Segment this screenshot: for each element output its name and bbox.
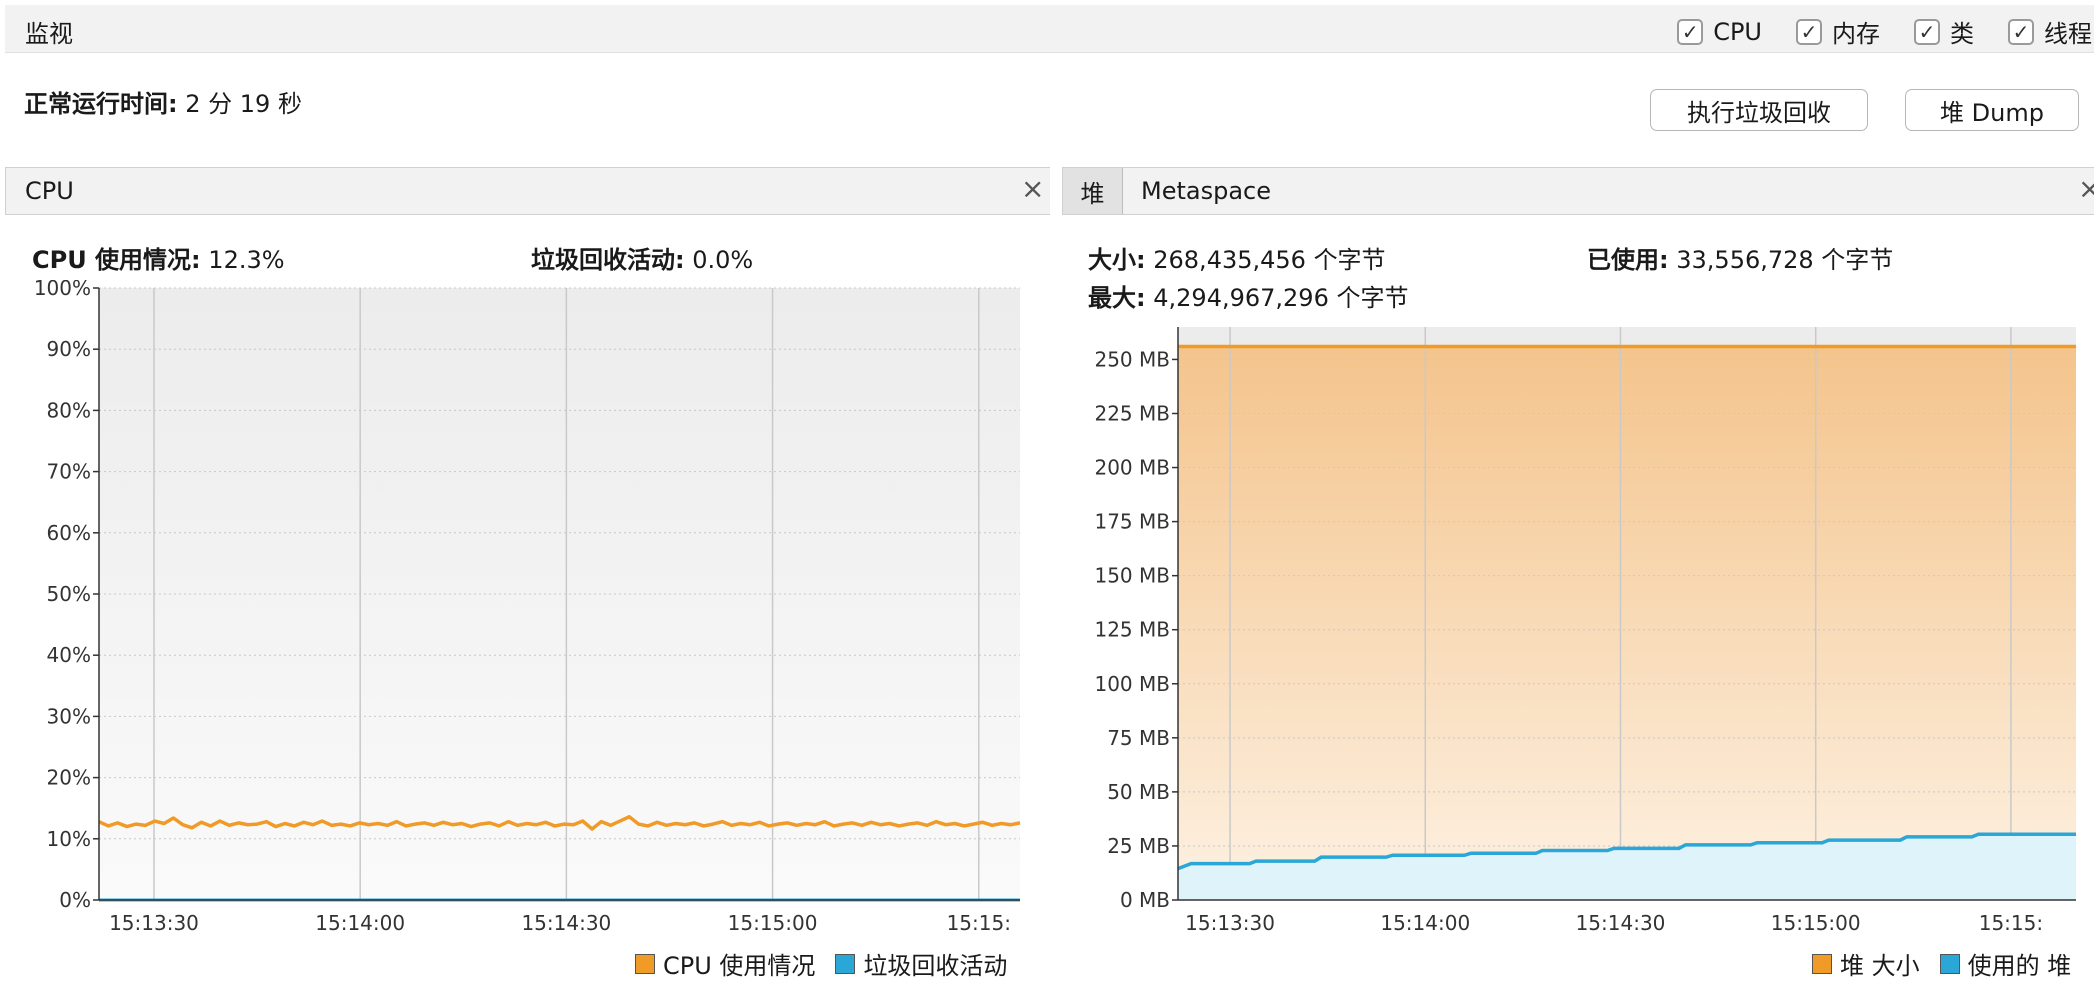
monitor-root: 监视 ✓ CPU ✓ 内存 ✓ 类 ✓ 线程 正常运行时间: 2 分 19 秒 … bbox=[0, 0, 2094, 994]
y-tick-label: 175 MB bbox=[1094, 510, 1170, 534]
memory-checkbox-label: 内存 bbox=[1832, 20, 1880, 48]
heap-size-stat: 大小: 268,435,456 个字节 bbox=[1088, 240, 1386, 275]
y-tick-label: 10% bbox=[47, 827, 91, 851]
heap-dump-button[interactable]: 堆 Dump bbox=[1905, 89, 2079, 131]
uptime-value: 2 分 19 秒 bbox=[185, 90, 302, 118]
checkmark-icon[interactable]: ✓ bbox=[1914, 18, 1940, 45]
checkmark-icon[interactable]: ✓ bbox=[1796, 18, 1822, 45]
heap-size-label: 大小: bbox=[1088, 246, 1146, 274]
y-tick-label: 50 MB bbox=[1107, 780, 1170, 804]
gc-activity-value: 0.0% bbox=[692, 246, 754, 274]
monitor-title: 监视 bbox=[25, 20, 73, 48]
close-icon[interactable]: × bbox=[2078, 175, 2094, 203]
heap-used-label: 已使用: bbox=[1587, 246, 1669, 274]
classes-checkbox-label: 类 bbox=[1950, 20, 1974, 48]
cpu-usage-value: 12.3% bbox=[208, 246, 285, 274]
y-tick-label: 100% bbox=[34, 280, 91, 300]
y-tick-label: 90% bbox=[47, 337, 91, 361]
x-tick-label: 15:13:30 bbox=[109, 911, 199, 935]
heap-used-value: 33,556,728 个字节 bbox=[1676, 246, 1894, 274]
y-tick-label: 125 MB bbox=[1094, 618, 1170, 642]
threads-checkbox[interactable]: ✓ 线程 bbox=[2008, 14, 2092, 49]
y-tick-label: 60% bbox=[47, 521, 91, 545]
y-tick-label: 70% bbox=[47, 460, 91, 484]
uptime-text: 正常运行时间: 2 分 19 秒 bbox=[24, 84, 302, 119]
y-tick-label: 50% bbox=[47, 582, 91, 606]
y-tick-label: 40% bbox=[47, 643, 91, 667]
view-toggle-group: ✓ CPU ✓ 内存 ✓ 类 ✓ 线程 bbox=[1677, 14, 2094, 49]
cpu-panel-title: CPU bbox=[25, 177, 74, 205]
close-icon[interactable]: × bbox=[1021, 175, 1044, 203]
cpu-checkbox-label: CPU bbox=[1713, 17, 1762, 46]
legend-label-gc: 垃圾回收活动 bbox=[863, 952, 1008, 980]
y-tick-label: 100 MB bbox=[1094, 672, 1170, 696]
series-area-heap-size bbox=[1178, 346, 2076, 900]
threads-checkbox-label: 线程 bbox=[2044, 20, 2092, 48]
cpu-usage-label: CPU 使用情况: bbox=[32, 246, 201, 274]
y-tick-label: 150 MB bbox=[1094, 564, 1170, 588]
y-tick-label: 30% bbox=[47, 704, 91, 728]
memory-panel-header: 堆 Metaspace × bbox=[1062, 167, 2094, 215]
tab-metaspace[interactable]: Metaspace bbox=[1141, 177, 1271, 205]
heap-used-stat: 已使用: 33,556,728 个字节 bbox=[1587, 240, 1893, 275]
y-tick-label: 250 MB bbox=[1094, 347, 1170, 371]
uptime-label: 正常运行时间: bbox=[24, 90, 178, 118]
cpu-checkbox[interactable]: ✓ CPU bbox=[1677, 18, 1762, 46]
legend-swatch bbox=[1812, 953, 1832, 974]
cpu-panel-header: CPU × bbox=[5, 167, 1050, 215]
heap-max-stat: 最大: 4,294,967,296 个字节 bbox=[1088, 278, 1408, 313]
gc-activity-label: 垃圾回收活动: bbox=[531, 246, 685, 274]
y-tick-label: 20% bbox=[47, 766, 91, 790]
heap-size-value: 268,435,456 个字节 bbox=[1153, 246, 1386, 274]
legend-swatch bbox=[635, 953, 655, 974]
x-tick-label: 15:14:00 bbox=[315, 911, 405, 935]
x-tick-label: 15:15: bbox=[1979, 911, 2043, 935]
memory-checkbox[interactable]: ✓ 内存 bbox=[1796, 14, 1880, 49]
legend-swatch bbox=[1939, 953, 1960, 974]
y-tick-label: 25 MB bbox=[1107, 834, 1170, 858]
legend-label-cpu: CPU 使用情况 bbox=[663, 952, 816, 980]
cpu-chart: 0% 10% 20% 30% 40% 50% 60% 70% 80% 90% 100% 15:13:3… bbox=[34, 280, 1021, 935]
checkmark-icon[interactable]: ✓ bbox=[2008, 18, 2034, 45]
perform-gc-button[interactable]: 执行垃圾回收 bbox=[1650, 89, 1868, 131]
legend-label-heap-size: 堆 大小 bbox=[1840, 952, 1920, 980]
x-tick-label: 15:15:00 bbox=[728, 911, 818, 935]
x-tick-label: 15:13:30 bbox=[1185, 911, 1275, 935]
monitor-toolbar: 监视 ✓ CPU ✓ 内存 ✓ 类 ✓ 线程 bbox=[5, 5, 2094, 53]
y-tick-label: 80% bbox=[47, 398, 91, 422]
y-tick-label: 200 MB bbox=[1094, 456, 1170, 480]
x-tick-label: 15:15:00 bbox=[1771, 911, 1861, 935]
y-tick-label: 0 MB bbox=[1120, 888, 1170, 912]
y-tick-label: 0% bbox=[59, 888, 91, 912]
x-tick-label: 15:14:30 bbox=[1576, 911, 1666, 935]
heap-chart-legend: 堆 大小 使用的 堆 bbox=[1812, 946, 2071, 981]
heap-chart: 0 MB 25 MB 50 MB 75 MB 100 MB 125 MB 150 MB 175… bbox=[1094, 327, 2076, 935]
cpu-chart-legend: CPU 使用情况 垃圾回收活动 bbox=[635, 946, 1007, 981]
y-tick-label: 225 MB bbox=[1094, 401, 1170, 425]
gc-activity-stat: 垃圾回收活动: 0.0% bbox=[531, 240, 753, 275]
x-tick-label: 15:14:00 bbox=[1380, 911, 1470, 935]
y-tick-label: 75 MB bbox=[1107, 726, 1170, 750]
heap-max-value: 4,294,967,296 个字节 bbox=[1153, 284, 1409, 312]
heap-max-label: 最大: bbox=[1088, 284, 1146, 312]
cpu-usage-stat: CPU 使用情况: 12.3% bbox=[32, 240, 285, 275]
x-tick-label: 15:15: bbox=[947, 911, 1011, 935]
x-tick-label: 15:14:30 bbox=[521, 911, 611, 935]
classes-checkbox[interactable]: ✓ 类 bbox=[1914, 14, 1974, 49]
checkmark-icon[interactable]: ✓ bbox=[1677, 18, 1704, 45]
legend-swatch bbox=[835, 953, 856, 974]
legend-label-heap-used: 使用的 堆 bbox=[1967, 952, 2072, 980]
tab-heap[interactable]: 堆 bbox=[1063, 168, 1123, 214]
